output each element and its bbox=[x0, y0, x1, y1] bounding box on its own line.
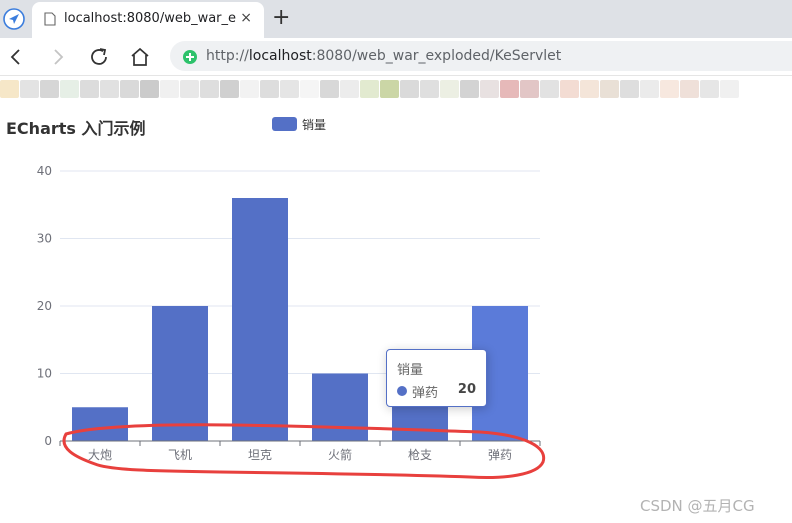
address-bar[interactable]: http://localhost:8080/web_war_exploded/K… bbox=[170, 41, 792, 71]
tab-bar: localhost:8080/web_war_exploded/KeServle… bbox=[0, 0, 792, 38]
x-tick-label: 枪支 bbox=[408, 447, 432, 462]
tooltip-series-name: 销量 bbox=[397, 363, 424, 378]
y-tick-label: 10 bbox=[37, 367, 52, 381]
bookmark-item[interactable] bbox=[580, 80, 599, 98]
bookmark-item[interactable] bbox=[720, 80, 739, 98]
x-tick-label: 火箭 bbox=[328, 447, 352, 462]
bookmark-item[interactable] bbox=[260, 80, 279, 98]
bookmark-item[interactable] bbox=[320, 80, 339, 98]
annotation-circle bbox=[62, 423, 546, 479]
bookmark-item[interactable] bbox=[660, 80, 679, 98]
bookmark-item[interactable] bbox=[120, 80, 139, 98]
url-host: localhost bbox=[248, 48, 312, 64]
chart-title: ECharts 入门示例 bbox=[6, 119, 146, 138]
bookmark-item[interactable] bbox=[100, 80, 119, 98]
page-content: 0 10 20 30 40 大炮 飞机 坦克 火箭 枪支 弹药 ECharts 入门示例 销量 销量… bbox=[0, 102, 792, 523]
back-arrow-icon[interactable] bbox=[4, 45, 28, 69]
bookmark-item[interactable] bbox=[20, 80, 39, 98]
url-prefix: http:// bbox=[206, 48, 249, 64]
url-path: :8080/web_war_exploded/KeServlet bbox=[311, 48, 562, 64]
bar[interactable] bbox=[72, 407, 128, 441]
legend-swatch bbox=[272, 117, 297, 131]
tooltip-value: 20 bbox=[457, 382, 476, 397]
secure-shield-icon bbox=[183, 50, 197, 64]
bookmark-item[interactable] bbox=[400, 80, 419, 98]
tab-title: localhost:8080/web_war_exploded/KeServle… bbox=[64, 11, 236, 26]
bookmark-item[interactable] bbox=[200, 80, 219, 98]
tooltip-marker-dot bbox=[397, 386, 407, 396]
bookmark-item[interactable] bbox=[540, 80, 559, 98]
bookmark-item[interactable] bbox=[440, 80, 459, 98]
x-tick-label: 坦克 bbox=[248, 448, 272, 462]
bar[interactable] bbox=[232, 198, 288, 441]
chart-tooltip: 销量 弹药 20 bbox=[386, 349, 487, 407]
new-tab-button[interactable]: + bbox=[272, 5, 290, 31]
close-tab-icon[interactable]: × bbox=[240, 10, 252, 26]
bookmark-item[interactable] bbox=[0, 80, 19, 98]
x-tick-label: 弹药 bbox=[488, 448, 512, 462]
bar[interactable] bbox=[312, 373, 368, 442]
y-tick-label: 40 bbox=[37, 164, 52, 178]
y-tick-label: 20 bbox=[37, 299, 52, 313]
bookmark-item[interactable] bbox=[300, 80, 319, 98]
bookmark-item[interactable] bbox=[60, 80, 79, 98]
bookmark-item[interactable] bbox=[40, 80, 59, 98]
bookmark-item[interactable] bbox=[620, 80, 639, 98]
tooltip-category: 弹药 bbox=[412, 386, 439, 401]
bookmark-item[interactable] bbox=[420, 80, 439, 98]
page-icon bbox=[44, 12, 56, 26]
reload-icon[interactable] bbox=[87, 45, 111, 69]
forward-arrow-icon[interactable] bbox=[46, 45, 70, 69]
x-tick-label: 大炮 bbox=[88, 448, 112, 462]
browser-toolbar: http://localhost:8080/web_war_exploded/K… bbox=[0, 38, 792, 76]
bookmark-item[interactable] bbox=[220, 80, 239, 98]
bookmark-item[interactable] bbox=[80, 80, 99, 98]
y-tick-label: 0 bbox=[44, 434, 52, 448]
bookmark-item[interactable] bbox=[600, 80, 619, 98]
url-text: http://localhost:8080/web_war_exploded/K… bbox=[206, 48, 561, 64]
bookmark-item[interactable] bbox=[340, 80, 359, 98]
bookmark-item[interactable] bbox=[140, 80, 159, 98]
bar[interactable] bbox=[152, 306, 208, 441]
bookmark-item[interactable] bbox=[460, 80, 479, 98]
bookmark-item[interactable] bbox=[240, 80, 259, 98]
y-tick-label: 30 bbox=[37, 232, 52, 246]
watermark: CSDN @五月CG bbox=[640, 497, 755, 515]
browser-logo-icon bbox=[3, 8, 25, 30]
x-tick-label: 飞机 bbox=[168, 448, 192, 462]
bar-chart: 0 10 20 30 40 大炮 飞机 坦克 火箭 枪支 弹药 bbox=[37, 164, 546, 479]
bookmark-item[interactable] bbox=[680, 80, 699, 98]
bookmark-item[interactable] bbox=[380, 80, 399, 98]
bookmark-item[interactable] bbox=[360, 80, 379, 98]
legend-label: 销量 bbox=[302, 118, 327, 132]
bookmarks-bar bbox=[0, 77, 792, 102]
tab-active[interactable]: localhost:8080/web_war_exploded/KeServle… bbox=[32, 2, 264, 38]
bookmark-item[interactable] bbox=[700, 80, 719, 98]
bookmark-item[interactable] bbox=[180, 80, 199, 98]
bookmark-item[interactable] bbox=[500, 80, 519, 98]
bookmark-item[interactable] bbox=[520, 80, 539, 98]
bookmark-item[interactable] bbox=[560, 80, 579, 98]
bookmark-item[interactable] bbox=[480, 80, 499, 98]
home-icon[interactable] bbox=[128, 45, 152, 69]
bookmark-item[interactable] bbox=[280, 80, 299, 98]
bookmark-item[interactable] bbox=[640, 80, 659, 98]
bookmark-item[interactable] bbox=[160, 80, 179, 98]
